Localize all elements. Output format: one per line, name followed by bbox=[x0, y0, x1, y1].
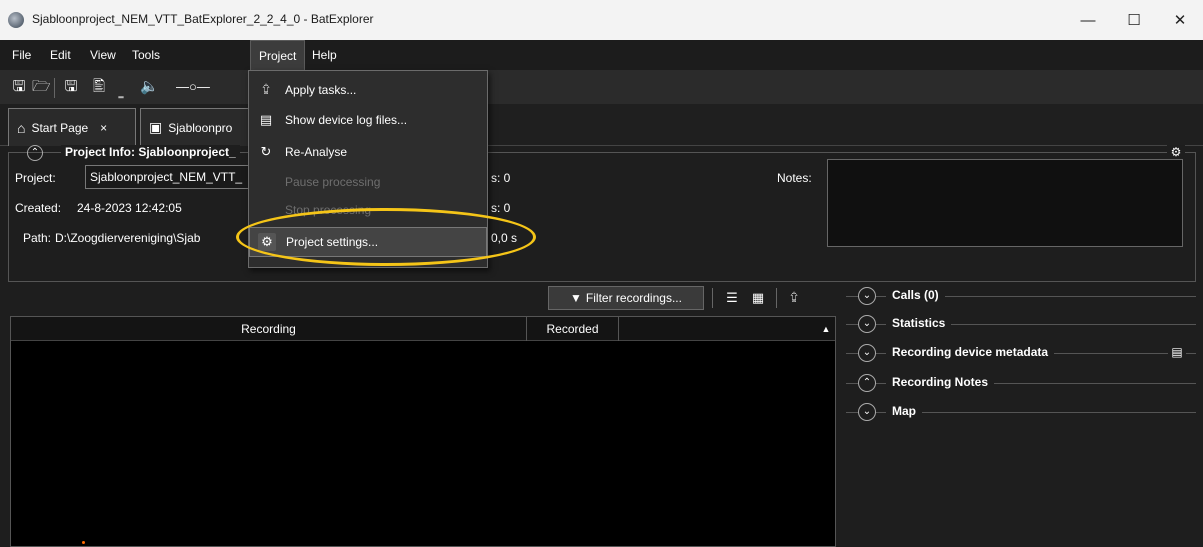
created-value: 24-8-2023 12:42:05 bbox=[77, 201, 182, 215]
collapse-up-icon[interactable]: ⌃ bbox=[27, 145, 43, 161]
list-view-icon[interactable]: ☰ bbox=[720, 286, 744, 310]
menu-item-project-settings[interactable]: ⚙ Project settings... bbox=[249, 227, 487, 257]
notes-textarea[interactable] bbox=[827, 159, 1183, 247]
menu-item-re-analyse[interactable]: ↻ Re-Analyse bbox=[249, 137, 487, 167]
menu-help[interactable]: Help bbox=[304, 40, 345, 70]
stat-count-2: s: 0 bbox=[491, 201, 511, 215]
expand-icon[interactable]: ⌄ bbox=[858, 403, 876, 421]
close-button[interactable]: ✕ bbox=[1157, 0, 1203, 40]
project-file-icon: ▣ bbox=[149, 119, 163, 135]
project-info-title: Project Info: Sjabloonproject_ bbox=[61, 145, 240, 159]
metadata-section[interactable]: ⌄ Recording device metadata ▤ bbox=[846, 343, 1196, 363]
collapse-icon[interactable]: ⌃ bbox=[858, 374, 876, 392]
menu-item-pause-processing: Pause processing bbox=[249, 167, 487, 197]
tab-label: Sjabloonpro bbox=[168, 120, 233, 135]
expand-icon[interactable]: ⌄ bbox=[858, 315, 876, 333]
metadata-label: Recording device metadata bbox=[886, 345, 1055, 359]
map-section[interactable]: ⌄ Map bbox=[846, 402, 1196, 422]
recordings-table[interactable]: Recording Recorded ▲ bbox=[10, 316, 836, 547]
document-tabs: ⌂ Start Page × ▣ Sjabloonpro bbox=[0, 104, 1203, 146]
menu-file[interactable]: File bbox=[4, 40, 39, 70]
duration-value: 0,0 s bbox=[491, 231, 518, 245]
expand-icon[interactable]: ⌄ bbox=[858, 344, 876, 362]
document-icon[interactable]: ▤ bbox=[1168, 343, 1186, 361]
calls-section[interactable]: ⌄ Calls (0) bbox=[846, 286, 1196, 306]
filter-icon: ▼ bbox=[570, 291, 582, 305]
project-info-panel: ⌃ Project Info: Sjabloonproject_ ⚙ Proje… bbox=[8, 145, 1196, 282]
filter-label: Filter recordings... bbox=[585, 291, 682, 305]
map-label: Map bbox=[886, 404, 922, 418]
menu-project[interactable]: Project bbox=[250, 40, 306, 70]
menu-item-show-device-log[interactable]: ▤ Show device log files... bbox=[249, 105, 487, 135]
reanalyse-icon: ↻ bbox=[260, 144, 272, 159]
menu-edit[interactable]: Edit bbox=[42, 40, 79, 70]
save-icon[interactable]: 🖫 bbox=[62, 78, 80, 96]
recording-notes-section[interactable]: ⌃ Recording Notes bbox=[846, 373, 1196, 393]
menu-item-label: Re-Analyse bbox=[285, 145, 348, 159]
statistics-section[interactable]: ⌄ Statistics bbox=[846, 314, 1196, 334]
menu-item-label: Stop processing bbox=[285, 203, 372, 217]
menu-item-stop-processing: Stop processing bbox=[249, 195, 487, 225]
path-value: D:\Zoogdiervereniging\Sjab bbox=[55, 231, 201, 245]
recording-notes-label: Recording Notes bbox=[886, 375, 995, 389]
log-file-icon: ▤ bbox=[259, 112, 273, 127]
open-folder-icon[interactable]: 🗁 bbox=[32, 78, 51, 96]
menu-item-label: Apply tasks... bbox=[285, 83, 357, 97]
tab-start-page[interactable]: ⌂ Start Page × bbox=[8, 108, 136, 146]
export-icon[interactable]: 🖺 bbox=[90, 78, 108, 96]
title-bar: Sjabloonproject_NEM_VTT_BatExplorer_2_2_… bbox=[0, 0, 1203, 40]
minimize-button[interactable]: — bbox=[1065, 0, 1111, 40]
home-icon: ⌂ bbox=[17, 119, 26, 136]
dropdown-arrow-icon[interactable]: ‗ bbox=[112, 84, 130, 102]
maximize-button[interactable]: ☐ bbox=[1111, 0, 1157, 40]
settings-icon: ⚙ bbox=[258, 233, 276, 251]
toolbar-separator bbox=[712, 288, 713, 308]
batexplorer-app-icon bbox=[8, 12, 24, 28]
calls-label: Calls (0) bbox=[886, 288, 945, 302]
project-label: Project: bbox=[15, 171, 56, 185]
menu-item-label: Show device log files... bbox=[285, 113, 408, 127]
statistics-label: Statistics bbox=[886, 316, 952, 330]
column-recorded[interactable]: Recorded bbox=[527, 317, 619, 341]
tab-label: Start Page bbox=[31, 120, 89, 135]
expand-icon[interactable]: ⌄ bbox=[858, 287, 876, 305]
orange-marker bbox=[82, 541, 85, 544]
project-name-field[interactable]: Sjabloonproject_NEM_VTT_ bbox=[85, 165, 251, 189]
column-recording[interactable]: Recording bbox=[11, 317, 527, 341]
created-label: Created: bbox=[15, 201, 62, 215]
path-label: Path: bbox=[23, 231, 52, 245]
menu-item-label: Pause processing bbox=[285, 175, 381, 189]
toolbar-separator bbox=[54, 78, 55, 98]
table-header: Recording Recorded ▲ bbox=[11, 317, 835, 341]
scroll-up-icon[interactable]: ▲ bbox=[817, 317, 835, 341]
filter-recordings-button[interactable]: ▼ Filter recordings... bbox=[548, 286, 704, 310]
window-title: Sjabloonproject_NEM_VTT_BatExplorer_2_2_… bbox=[32, 12, 374, 26]
menu-item-apply-tasks[interactable]: ⮸ Apply tasks... bbox=[249, 75, 487, 105]
menu-view[interactable]: View bbox=[82, 40, 124, 70]
apply-tasks-icon: ⮸ bbox=[261, 82, 271, 97]
project-menu-dropdown: ⮸ Apply tasks... ▤ Show device log files… bbox=[248, 70, 488, 268]
toolbar-separator bbox=[776, 288, 777, 308]
save-project-icon[interactable]: 🖫 bbox=[10, 78, 28, 96]
menu-item-label: Project settings... bbox=[286, 235, 379, 249]
grid-view-icon[interactable]: ▦ bbox=[746, 286, 770, 310]
volume-slider[interactable]: —○— bbox=[176, 78, 246, 96]
menu-tools[interactable]: Tools bbox=[124, 40, 168, 70]
tab-close-icon[interactable]: × bbox=[100, 121, 107, 135]
menu-bar: File Edit View Tools Project Help bbox=[0, 40, 1203, 70]
apply-tasks-icon[interactable]: ⮸ bbox=[782, 286, 806, 310]
volume-icon[interactable]: 🔈 bbox=[140, 78, 159, 96]
notes-label: Notes: bbox=[777, 171, 812, 185]
toolbar: 🖫 🗁 🖫 🖺 ‗ 🔈 —○— bbox=[0, 70, 1203, 104]
stat-count-1: s: 0 bbox=[491, 171, 511, 185]
